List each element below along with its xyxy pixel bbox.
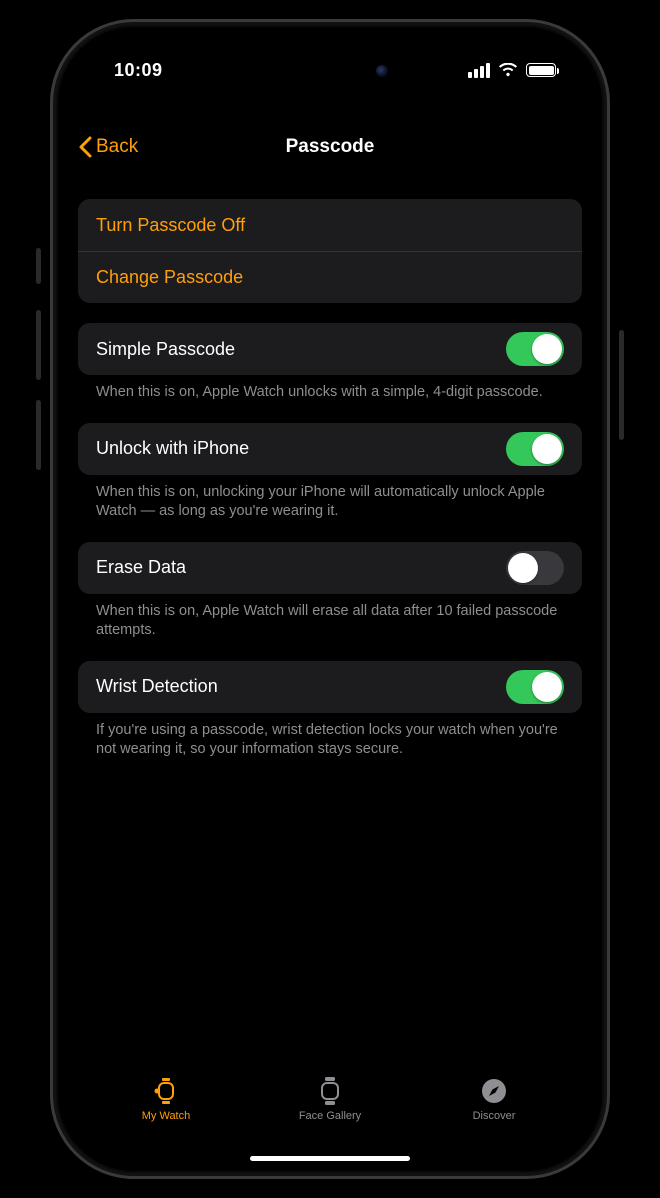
change-passcode-button[interactable]: Change Passcode [78,251,582,303]
back-label: Back [96,136,138,158]
erase-data-row: Erase Data [78,542,582,594]
row-label: Simple Passcode [96,339,235,360]
tab-label: Face Gallery [299,1110,361,1122]
back-button[interactable]: Back [78,136,138,158]
simple-passcode-toggle[interactable] [506,332,564,366]
chevron-left-icon [78,136,92,158]
wifi-icon [498,63,518,77]
unlock-iphone-toggle[interactable] [506,432,564,466]
tab-discover[interactable]: Discover [412,1076,576,1122]
tab-label: My Watch [142,1110,191,1122]
watch-face-icon [319,1076,341,1106]
tab-face-gallery[interactable]: Face Gallery [248,1076,412,1122]
tab-my-watch[interactable]: My Watch [84,1076,248,1122]
page-title: Passcode [286,136,375,158]
device-silent-switch [36,248,41,284]
turn-passcode-off-button[interactable]: Turn Passcode Off [78,199,582,251]
wrist-detection-row: Wrist Detection [78,661,582,713]
device-volume-up [36,310,41,380]
unlock-iphone-note: When this is on, unlocking your iPhone w… [78,475,582,522]
home-indicator[interactable] [250,1156,410,1161]
battery-icon [526,63,556,77]
content-scroll[interactable]: Turn Passcode Off Change Passcode Simple… [58,187,602,1066]
row-label: Wrist Detection [96,676,218,697]
device-side-button [619,330,624,440]
row-label: Unlock with iPhone [96,438,249,459]
simple-passcode-note: When this is on, Apple Watch unlocks wit… [78,375,582,403]
row-label: Turn Passcode Off [96,215,245,236]
wrist-detection-group: Wrist Detection [78,661,582,713]
wrist-detection-note: If you're using a passcode, wrist detect… [78,713,582,760]
erase-data-group: Erase Data [78,542,582,594]
device-volume-down [36,400,41,470]
erase-data-note: When this is on, Apple Watch will erase … [78,594,582,641]
nav-bar: Back Passcode [58,121,602,173]
passcode-actions-group: Turn Passcode Off Change Passcode [78,199,582,303]
screen: 10:09 Back Passcode [58,27,602,1171]
erase-data-toggle[interactable] [506,551,564,585]
simple-passcode-row: Simple Passcode [78,323,582,375]
unlock-iphone-group: Unlock with iPhone [78,423,582,475]
simple-passcode-group: Simple Passcode [78,323,582,375]
device-frame: 10:09 Back Passcode [50,19,610,1179]
row-label: Erase Data [96,557,186,578]
status-time: 10:09 [114,60,163,81]
wrist-detection-toggle[interactable] [506,670,564,704]
watch-icon [153,1076,179,1106]
compass-icon [480,1076,508,1106]
dynamic-island [258,51,402,91]
front-camera-icon [376,65,388,77]
tab-label: Discover [473,1110,516,1122]
row-label: Change Passcode [96,267,243,288]
cellular-icon [468,63,490,78]
unlock-iphone-row: Unlock with iPhone [78,423,582,475]
